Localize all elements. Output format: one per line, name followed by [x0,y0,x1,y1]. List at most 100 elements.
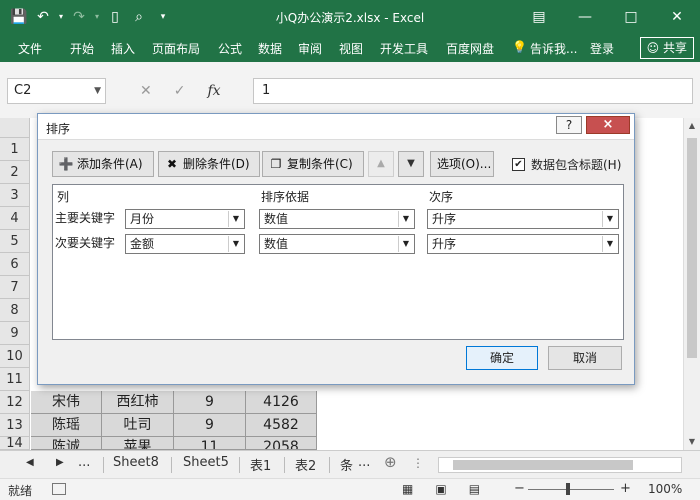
tab-insert[interactable]: 插入 [111,40,135,57]
zoom-out-icon[interactable]: − [514,481,525,496]
tab-developer[interactable]: 开发工具 [380,40,428,57]
normal-view-icon[interactable]: ▦ [402,482,413,496]
ribbon-display-options-icon[interactable]: ▤ [516,0,562,34]
chevron-down-icon[interactable]: ▼ [228,236,243,252]
row-header[interactable]: 7 [0,276,30,299]
add-sheet-icon[interactable]: ⊕ [384,453,397,471]
has-headers-option[interactable]: ✔ 数据包含标题(H) [512,156,621,173]
ok-button[interactable]: 确定 [466,346,538,370]
tab-home[interactable]: 开始 [70,40,94,57]
row-header[interactable]: 6 [0,253,30,276]
horizontal-scrollbar[interactable] [438,457,682,473]
secondary-order-select[interactable]: 升序 ▼ [427,234,619,254]
tab-data[interactable]: 数据 [258,40,282,57]
row-header[interactable]: 3 [0,184,30,207]
table-cell[interactable]: 陈诚 [31,437,102,450]
primary-sort-on-select[interactable]: 数值 ▼ [259,209,415,229]
cancel-button[interactable]: 取消 [548,346,622,370]
chevron-down-icon[interactable]: ▼ [228,211,243,227]
row-header[interactable]: 14 [0,437,30,450]
sheet-tab[interactable]: Sheet5 [183,455,229,470]
confirm-entry-icon[interactable]: ✓ [174,83,186,99]
tab-file[interactable]: 文件 [18,40,42,57]
macro-record-icon[interactable] [52,483,66,495]
primary-column-select[interactable]: 月份 ▼ [125,209,245,229]
table-cell[interactable]: 陈瑶 [31,414,102,437]
row-header[interactable]: 13 [0,414,30,437]
row-header[interactable]: 12 [0,391,30,414]
row-header[interactable]: 4 [0,207,30,230]
maximize-icon[interactable]: □ [608,0,654,34]
prev-sheet-icon[interactable]: ◀ [26,457,34,468]
table-cell[interactable]: 11 [174,437,246,450]
tab-view[interactable]: 视图 [339,40,363,57]
table-cell[interactable]: 苹果 [102,437,174,450]
sheet-tabs-ellipsis[interactable]: ... [78,455,90,470]
scrollbar-thumb[interactable] [453,460,633,470]
scroll-down-icon[interactable]: ▼ [684,434,700,450]
tab-page-layout[interactable]: 页面布局 [152,40,200,57]
tell-me-search[interactable]: 告诉我... [530,40,577,57]
dialog-close-button[interactable]: × [586,116,630,134]
chevron-down-icon[interactable]: ▼ [398,211,413,227]
page-break-view-icon[interactable]: ▤ [469,482,480,496]
move-down-button[interactable]: ▼ [398,151,424,177]
sheet-tab[interactable]: 表1 [250,455,271,474]
login-link[interactable]: 登录 [590,40,614,57]
row-header[interactable]: 2 [0,161,30,184]
chevron-down-icon[interactable]: ▼ [94,79,101,103]
table-cell[interactable]: 4582 [246,414,317,437]
row-header[interactable]: 10 [0,345,30,368]
insert-function-icon[interactable]: fx [207,83,220,99]
chevron-down-icon[interactable]: ▼ [398,236,413,252]
scroll-up-icon[interactable]: ▲ [684,118,700,134]
tab-formulas[interactable]: 公式 [218,40,242,57]
zoom-slider[interactable] [528,489,614,490]
row-header[interactable]: 9 [0,322,30,345]
secondary-column-select[interactable]: 金额 ▼ [125,234,245,254]
row-header[interactable]: 8 [0,299,30,322]
move-up-button[interactable]: ▲ [368,151,394,177]
share-button[interactable]: ☺ 共享 [639,37,694,59]
help-button[interactable]: ? [556,116,582,134]
name-box[interactable]: C2 ▼ [7,78,106,104]
vertical-scrollbar[interactable]: ▲ ▼ [683,118,700,450]
formula-input[interactable]: 1 [253,78,693,104]
primary-order-select[interactable]: 升序 ▼ [427,209,619,229]
tab-split-handle-icon[interactable]: ⋮ [412,456,424,470]
chevron-down-icon[interactable]: ▼ [602,211,617,227]
secondary-sort-on-select[interactable]: 数值 ▼ [259,234,415,254]
options-button[interactable]: 选项(O)... [430,151,494,177]
scrollbar-thumb[interactable] [687,138,697,358]
table-cell[interactable]: 宋伟 [31,391,102,414]
zoom-slider-knob[interactable] [566,483,570,495]
table-cell[interactable]: 9 [174,391,246,414]
table-cell[interactable]: 9 [174,414,246,437]
sheet-tab[interactable]: Sheet8 [113,455,159,470]
page-layout-view-icon[interactable]: ▣ [435,482,446,496]
tab-review[interactable]: 审阅 [298,40,322,57]
table-cell[interactable]: 西红柿 [102,391,174,414]
minimize-icon[interactable]: — [562,0,608,34]
chevron-down-icon[interactable]: ▼ [602,236,617,252]
delete-level-button[interactable]: ✖ 删除条件(D) [158,151,260,177]
copy-level-button[interactable]: ❐ 复制条件(C) [262,151,364,177]
tab-baidu-netdisk[interactable]: 百度网盘 [446,40,494,57]
zoom-in-icon[interactable]: + [620,481,631,496]
more-sheets-ellipsis[interactable]: ... [358,455,370,470]
close-icon[interactable]: ✕ [654,0,700,34]
add-level-button[interactable]: ➕ 添加条件(A) [52,151,154,177]
has-headers-checkbox[interactable]: ✔ [512,158,525,171]
next-sheet-icon[interactable]: ▶ [56,457,64,468]
table-cell[interactable]: 4126 [246,391,317,414]
table-cell[interactable]: 吐司 [102,414,174,437]
row-header[interactable]: 11 [0,368,30,391]
row-header[interactable]: 5 [0,230,30,253]
cancel-entry-icon[interactable]: ✕ [140,83,152,99]
sheet-tab[interactable]: 条 [340,455,353,474]
table-cell[interactable]: 2058 [246,437,317,450]
zoom-level[interactable]: 100% [648,482,682,496]
sheet-tab[interactable]: 表2 [295,455,316,474]
select-all-corner[interactable] [0,118,30,138]
row-header[interactable]: 1 [0,138,30,161]
